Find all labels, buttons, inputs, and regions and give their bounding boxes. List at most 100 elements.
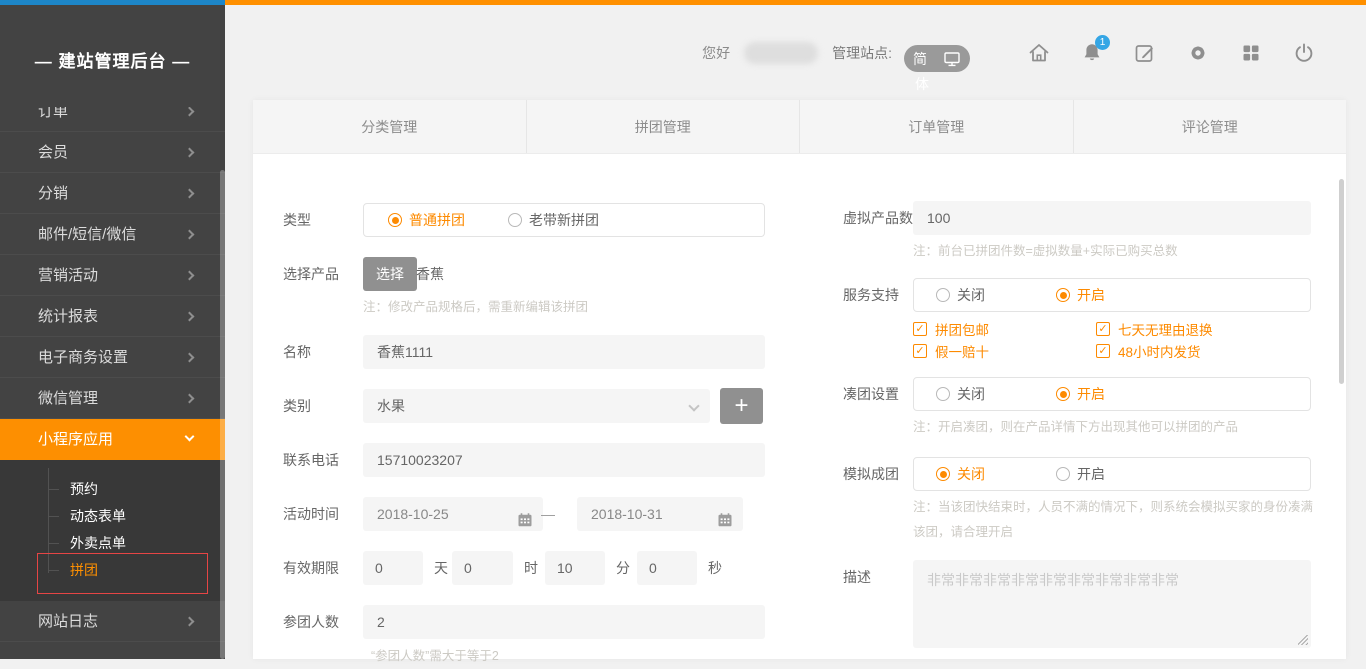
top-header: 您好 管理站点: 简 体 1 xyxy=(225,5,1366,100)
chevron-down-icon xyxy=(185,432,195,442)
content-card: 分类管理 拼团管理 订单管理 评论管理 类型 普通拼团 老带新拼团 选择产品 选… xyxy=(253,100,1346,659)
radio-checked-icon xyxy=(936,467,950,481)
validity-label: 有效期限 xyxy=(283,551,339,585)
name-label: 名称 xyxy=(283,335,311,369)
radio-referral-groupbuy[interactable]: 老带新拼团 xyxy=(508,210,628,230)
checkbox-label: 七天无理由退换 xyxy=(1118,319,1213,339)
radio-simulate-off[interactable]: 关闭 xyxy=(936,464,1056,484)
apps-grid-icon[interactable] xyxy=(1239,41,1263,65)
settings-gear-icon[interactable] xyxy=(1186,41,1210,65)
desc-textarea[interactable]: 非常非常非常非常非常非常非常非常非常 xyxy=(913,560,1311,648)
sidebar-item-label: 电子商务设置 xyxy=(38,349,128,366)
phone-input[interactable]: 15710023207 xyxy=(363,443,765,477)
checkbox-label: 拼团包邮 xyxy=(935,319,989,339)
notification-badge: 1 xyxy=(1095,35,1110,50)
radio-gather-off[interactable]: 关闭 xyxy=(936,384,1056,404)
validity-minutes-input[interactable]: 10 xyxy=(545,551,605,585)
submenu-item-booking[interactable]: 预约 xyxy=(0,476,225,503)
language-switcher[interactable]: 简 体 xyxy=(904,45,970,72)
chevron-right-icon xyxy=(185,394,195,404)
resize-handle[interactable] xyxy=(1298,635,1308,645)
sidebar-item-marketing[interactable]: 营销活动 xyxy=(0,255,225,296)
date-range-separator: — xyxy=(541,497,555,531)
compose-edit-icon[interactable] xyxy=(1133,41,1157,65)
simulate-radio-group: 关闭 开启 xyxy=(913,457,1311,491)
virtual-count-input[interactable]: 100 xyxy=(913,201,1311,235)
home-icon[interactable] xyxy=(1027,41,1051,65)
tab-groupbuy-management[interactable]: 拼团管理 xyxy=(527,100,801,153)
sidebar-item-label: 会员 xyxy=(38,144,68,161)
radio-label: 关闭 xyxy=(957,464,985,484)
chevron-right-icon xyxy=(185,189,195,199)
virtual-count-label: 虚拟产品数 xyxy=(843,201,913,235)
checkbox-fake-one-pay-ten[interactable]: ✓ 假一赔十 xyxy=(913,341,989,361)
product-note: 注：修改产品规格后，需重新编辑该拼团 xyxy=(363,295,588,320)
people-note: “参团人数”需大于等于2 xyxy=(371,644,499,669)
groupbuy-edit-form: 类型 普通拼团 老带新拼团 选择产品 选择 香蕉 注：修改产品规格后，需重新编辑… xyxy=(253,154,1346,658)
radio-gather-on[interactable]: 开启 xyxy=(1056,384,1176,404)
sidebar-item-label: 订单 xyxy=(38,107,68,120)
tab-review-management[interactable]: 评论管理 xyxy=(1074,100,1347,153)
monitor-icon xyxy=(943,51,961,67)
chevron-right-icon xyxy=(185,271,195,281)
people-input[interactable]: 2 xyxy=(363,605,765,639)
checkbox-48h-shipping[interactable]: ✓ 48小时内发货 xyxy=(1096,341,1201,361)
sidebar-submenu: 预约 动态表单 外卖点单 拼团 xyxy=(0,460,225,601)
manage-site-label: 管理站点: xyxy=(832,43,892,63)
category-select[interactable]: 水果 xyxy=(363,389,710,423)
radio-unchecked-icon xyxy=(508,213,522,227)
radio-simulate-on[interactable]: 开启 xyxy=(1056,464,1176,484)
submenu-item-dynamic-form[interactable]: 动态表单 xyxy=(0,503,225,530)
sidebar-item-wechat-management[interactable]: 微信管理 xyxy=(0,378,225,419)
start-date-input[interactable]: 2018-10-25 xyxy=(363,497,543,531)
name-input[interactable]: 香蕉1111 xyxy=(363,335,765,369)
sidebar-item-mail-sms-wechat[interactable]: 邮件/短信/微信 xyxy=(0,214,225,255)
calendar-icon[interactable] xyxy=(517,506,533,540)
calendar-icon[interactable] xyxy=(717,506,733,540)
radio-checked-icon xyxy=(388,213,402,227)
validity-seconds-input[interactable]: 0 xyxy=(637,551,697,585)
radio-label: 开启 xyxy=(1077,464,1105,484)
radio-service-on[interactable]: 开启 xyxy=(1056,285,1176,305)
sidebar-item-members[interactable]: 会员 xyxy=(0,132,225,173)
sidebar-item-distribution[interactable]: 分销 xyxy=(0,173,225,214)
validity-days-input[interactable]: 0 xyxy=(363,551,423,585)
category-value: 水果 xyxy=(377,398,405,414)
sidebar-item-site-logs[interactable]: 网站日志 xyxy=(0,601,225,642)
tab-category-management[interactable]: 分类管理 xyxy=(253,100,527,153)
sidebar-item-miniprogram-apps[interactable]: 小程序应用 xyxy=(0,419,225,460)
notifications-bell-icon[interactable]: 1 xyxy=(1080,41,1104,65)
sidebar-scrollbar[interactable] xyxy=(220,170,225,659)
checkbox-checked-icon: ✓ xyxy=(1096,322,1110,336)
add-category-button[interactable]: + xyxy=(720,388,763,424)
sidebar-item-label: 微信管理 xyxy=(38,390,98,407)
language-char: 简 xyxy=(913,49,927,69)
validity-hours-input[interactable]: 0 xyxy=(452,551,513,585)
sidebar-item-ecommerce-settings[interactable]: 电子商务设置 xyxy=(0,337,225,378)
checkbox-checked-icon: ✓ xyxy=(913,344,927,358)
submenu-item-group-buy[interactable]: 拼团 xyxy=(0,557,225,584)
radio-label: 老带新拼团 xyxy=(529,210,599,230)
checkbox-7day-return[interactable]: ✓ 七天无理由退换 xyxy=(1096,319,1213,339)
checkbox-free-shipping[interactable]: ✓ 拼团包邮 xyxy=(913,319,989,339)
end-date-input[interactable]: 2018-10-31 xyxy=(577,497,743,531)
language-pill[interactable]: 简 xyxy=(904,45,970,72)
virtual-count-note: 注：前台已拼团件数=虚拟数量+实际已购买总数 xyxy=(913,239,1178,264)
simulate-label: 模拟成团 xyxy=(843,457,899,491)
sidebar-item-orders[interactable]: 订单 xyxy=(0,107,225,132)
gather-label: 凑团设置 xyxy=(843,377,899,411)
product-label: 选择产品 xyxy=(283,257,339,291)
radio-service-off[interactable]: 关闭 xyxy=(936,285,1056,305)
power-logout-icon[interactable] xyxy=(1292,41,1316,65)
chevron-right-icon xyxy=(185,617,195,627)
radio-label: 关闭 xyxy=(957,285,985,305)
sidebar-item-label: 邮件/短信/微信 xyxy=(38,226,136,243)
unit-minutes: 分 xyxy=(608,551,638,585)
select-product-button[interactable]: 选择 xyxy=(363,257,417,291)
tab-order-management[interactable]: 订单管理 xyxy=(800,100,1074,153)
radio-normal-groupbuy[interactable]: 普通拼团 xyxy=(388,210,508,230)
greeting-text: 您好 xyxy=(702,43,730,63)
submenu-item-takeout-order[interactable]: 外卖点单 xyxy=(0,530,225,557)
form-scrollbar[interactable] xyxy=(1339,179,1344,384)
sidebar-item-reports[interactable]: 统计报表 xyxy=(0,296,225,337)
